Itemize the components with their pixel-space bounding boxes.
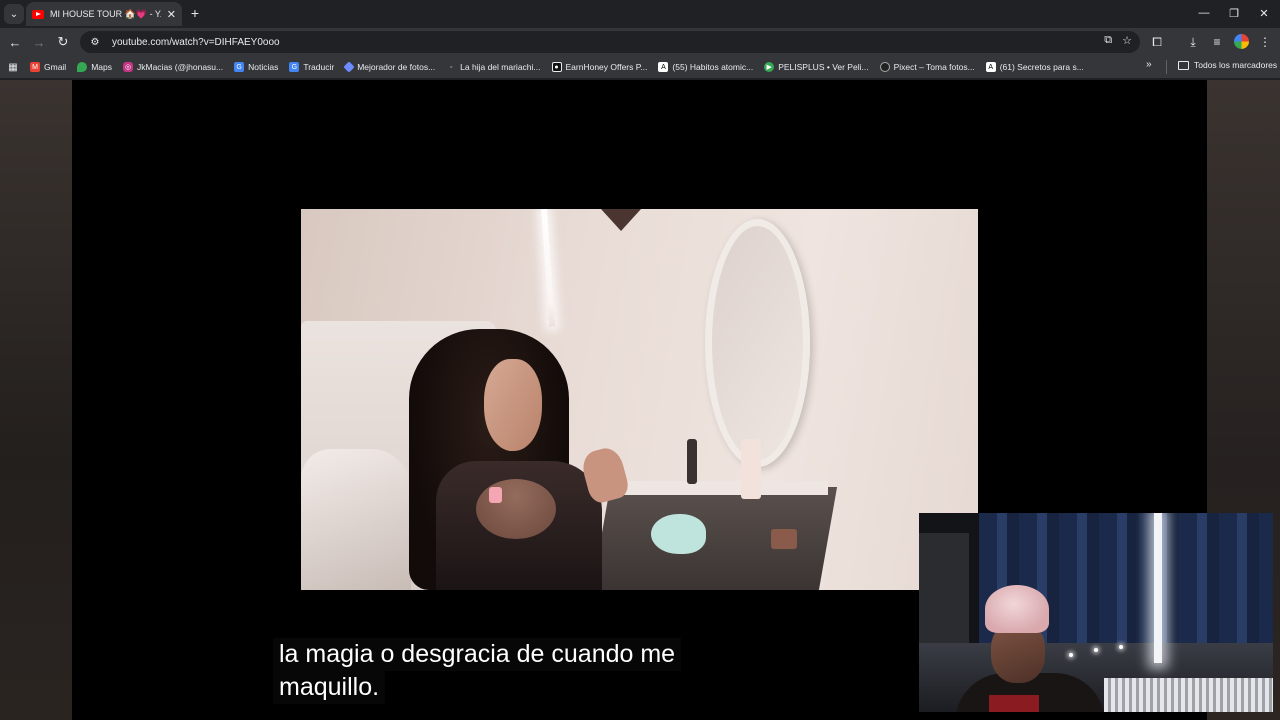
baseball-cap: [985, 585, 1049, 633]
lamp-light: [1154, 513, 1162, 663]
captions: la magia o desgracia de cuando me maquil…: [273, 638, 682, 704]
bookmark-secretos[interactable]: A (61) Secretos para s...: [985, 62, 1084, 72]
instagram-icon: ◎: [123, 62, 133, 72]
person-skin: [476, 479, 556, 539]
youtube-icon: [32, 9, 44, 19]
pixect-icon: [879, 62, 890, 72]
new-tab-button[interactable]: +: [186, 4, 204, 22]
chevron-double-right-icon[interactable]: »: [1146, 59, 1152, 70]
maps-icon: [77, 62, 88, 72]
caption-line: la magia o desgracia de cuando me: [273, 638, 682, 671]
a-icon: A: [985, 62, 996, 72]
minimize-icon[interactable]: —: [1194, 4, 1214, 22]
translate-icon: G: [289, 62, 300, 72]
bookmark-star-icon[interactable]: ☆: [1122, 34, 1132, 47]
makeup-box: [771, 529, 797, 549]
plush-toy: [651, 514, 706, 554]
vanity-table: [591, 487, 838, 590]
video-frame: [301, 209, 978, 590]
apps-icon[interactable]: ▦: [6, 60, 20, 74]
restore-icon[interactable]: ❐: [1224, 4, 1244, 22]
menu-icon[interactable]: ⋮: [1256, 33, 1274, 51]
close-icon[interactable]: ✕: [167, 8, 176, 21]
bookmarks-bar: ▦ M Gmail Maps ◎ JkMacias (@jhonasu... G No…: [0, 56, 1280, 78]
vanity-top: [623, 481, 828, 495]
tab-strip: ⌄ MI HOUSE TOUR 🏠💗 - Y... ✕ + — ❐ ✕: [0, 0, 1280, 28]
bookmark-pelisplus[interactable]: ▶ PELISPLUS • Ver Peli...: [764, 62, 869, 72]
bookmarks-divider: [1166, 60, 1167, 74]
back-icon[interactable]: ←: [6, 33, 24, 51]
bookmark-mejorador[interactable]: Mejorador de fotos...: [343, 61, 435, 73]
wall-decor: [601, 209, 641, 231]
pillow: [301, 449, 411, 590]
webcam-overlay: [919, 513, 1273, 712]
install-app-icon[interactable]: ⧉: [1104, 34, 1112, 47]
shirt-logo: [989, 695, 1039, 712]
background-left: [0, 80, 72, 720]
bookmark-traducir[interactable]: G Traducir: [289, 62, 334, 72]
pelisplus-icon: ▶: [764, 62, 775, 72]
photo-enhancer-icon: [343, 61, 355, 73]
person-face: [484, 359, 542, 451]
toolbar: ← → ↻ ⚙ youtube.com/watch?v=DIHFAEY0ooo …: [0, 28, 1280, 56]
bookmark-habitos[interactable]: A (55) Habitos atomic...: [658, 62, 753, 72]
bookmark-instagram[interactable]: ◎ JkMacias (@jhonasu...: [123, 62, 223, 72]
address-bar[interactable]: ⚙ youtube.com/watch?v=DIHFAEY0ooo ⧉ ☆: [80, 31, 1140, 53]
news-icon: G: [234, 62, 245, 72]
tab-title: MI HOUSE TOUR 🏠💗 - Y...: [50, 8, 161, 19]
pink-badge: [489, 487, 502, 503]
bottle: [741, 439, 761, 499]
earnhoney-icon: ●: [551, 62, 562, 72]
close-window-icon[interactable]: ✕: [1254, 4, 1274, 22]
tab-search-button[interactable]: ⌄: [4, 4, 24, 24]
bookmark-maps[interactable]: Maps: [77, 62, 112, 72]
string-light: [1119, 645, 1123, 649]
all-bookmarks-folder[interactable]: Todos los marcadores: [1178, 60, 1277, 70]
page-icon: ▫: [449, 63, 453, 71]
site-info-icon[interactable]: ⚙: [88, 35, 102, 49]
browser-chrome: ⌄ MI HOUSE TOUR 🏠💗 - Y... ✕ + — ❐ ✕ ← → …: [0, 0, 1280, 80]
media-queue-icon[interactable]: ≡: [1208, 33, 1226, 51]
download-icon[interactable]: ⤓: [1184, 33, 1202, 51]
bookmark-la-hija[interactable]: ▫ La hija del mariachi...: [446, 62, 541, 72]
folder-icon: [1178, 60, 1189, 70]
shelf: [919, 533, 969, 643]
extensions-icon[interactable]: ⧠: [1148, 33, 1166, 51]
profile-avatar[interactable]: [1234, 34, 1249, 49]
caption-line: maquillo.: [273, 671, 386, 704]
mirror: [705, 219, 810, 467]
forward-icon[interactable]: →: [30, 33, 48, 51]
bottle: [687, 439, 697, 484]
string-light: [1094, 648, 1098, 652]
gmail-icon: M: [30, 62, 40, 72]
a-icon: A: [658, 62, 669, 72]
tab-youtube[interactable]: MI HOUSE TOUR 🏠💗 - Y... ✕: [26, 2, 182, 26]
bookmark-gmail[interactable]: M Gmail: [30, 62, 66, 72]
led-light: [541, 209, 556, 327]
url-text[interactable]: youtube.com/watch?v=DIHFAEY0ooo: [112, 37, 280, 48]
reload-icon[interactable]: ↻: [54, 33, 72, 51]
bookmark-pixect[interactable]: Pixect – Toma fotos...: [879, 62, 975, 72]
bookmark-earnhoney[interactable]: ● EarnHoney Offers P...: [551, 62, 647, 72]
string-light: [1069, 653, 1073, 657]
bookmark-noticias[interactable]: G Noticias: [234, 62, 278, 72]
radiator: [1104, 678, 1273, 712]
